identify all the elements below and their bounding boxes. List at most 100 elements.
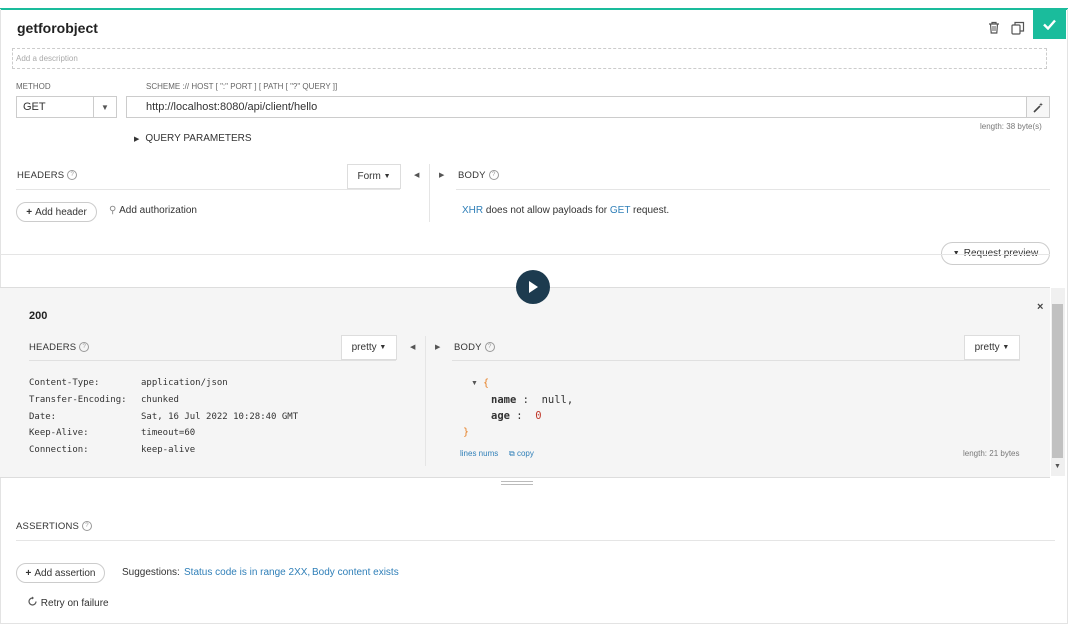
body-payload-message: XHR does not allow payloads for GET requ… bbox=[462, 205, 669, 216]
help-icon[interactable]: ? bbox=[82, 521, 93, 531]
get-link[interactable]: GET bbox=[610, 205, 630, 216]
column-divider bbox=[429, 164, 430, 222]
add-assertion-button[interactable]: + Add assertion bbox=[16, 563, 105, 583]
suggestion-status-code-link[interactable]: Status code is in range 2XX, bbox=[184, 567, 310, 578]
retry-label: Retry on failure bbox=[40, 598, 109, 609]
plus-icon: + bbox=[26, 206, 33, 218]
json-key: name bbox=[491, 394, 517, 406]
add-authorization-link[interactable]: ⚲ Add authorization bbox=[109, 205, 197, 216]
message-end: request. bbox=[630, 205, 670, 216]
duplicate-icon[interactable] bbox=[1011, 21, 1025, 38]
description-input[interactable]: Add a description bbox=[12, 48, 1047, 69]
triangle-right-icon[interactable]: ▶ bbox=[439, 171, 444, 179]
method-label: METHOD bbox=[16, 82, 51, 91]
line-nums-label: lines nums bbox=[460, 449, 499, 458]
header-value: chunked bbox=[141, 394, 179, 405]
line-nums-link[interactable]: lines nums bbox=[460, 449, 498, 458]
header-value: keep-alive bbox=[141, 445, 196, 456]
form-label: Form bbox=[357, 171, 381, 182]
triangle-right-icon[interactable]: ▶ bbox=[435, 343, 440, 351]
check-icon bbox=[1043, 19, 1056, 30]
caret-down-icon[interactable]: ▼ bbox=[93, 97, 116, 117]
triangle-right-icon: ▶ bbox=[134, 136, 140, 143]
request-headers-heading: HEADERS? bbox=[17, 170, 78, 181]
header-name: Date: bbox=[29, 411, 57, 422]
url-length: length: 38 byte(s) bbox=[980, 122, 1042, 131]
header-value: application/json bbox=[141, 378, 228, 388]
divider bbox=[452, 360, 1020, 361]
column-divider bbox=[425, 336, 426, 466]
response-body-label: BODY bbox=[454, 342, 482, 353]
response-status: 200 bbox=[29, 310, 48, 322]
json-key: age bbox=[491, 410, 510, 422]
json-line-name: name : null, bbox=[491, 394, 573, 406]
xhr-link[interactable]: XHR bbox=[462, 205, 483, 216]
divider bbox=[16, 189, 400, 190]
close-icon[interactable]: × bbox=[1037, 301, 1043, 313]
caret-down-icon: ▼ bbox=[1002, 344, 1010, 351]
query-parameters-toggle[interactable]: ▶ QUERY PARAMETERS bbox=[134, 133, 252, 144]
url-format-label: SCHEME :// HOST [ ":" PORT ] [ PATH [ "?… bbox=[146, 82, 338, 91]
resize-handle[interactable] bbox=[501, 481, 533, 482]
help-icon[interactable]: ? bbox=[488, 170, 499, 180]
response-header-values: application/json chunked Sat, 16 Jul 202… bbox=[141, 375, 298, 459]
assertions-label: ASSERTIONS bbox=[16, 521, 80, 532]
scrollbar-thumb[interactable] bbox=[1052, 304, 1063, 458]
resize-handle-line bbox=[501, 484, 533, 485]
method-select[interactable]: GET ▼ bbox=[16, 96, 117, 118]
help-icon[interactable]: ? bbox=[79, 342, 90, 352]
collapse-toggle-icon[interactable]: ▼ bbox=[471, 380, 478, 387]
json-value: null, bbox=[541, 394, 574, 406]
request-body-label: BODY bbox=[458, 170, 486, 181]
json-line-age: age : 0 bbox=[491, 410, 542, 422]
headers-form-dropdown[interactable]: Form ▼ bbox=[347, 164, 401, 189]
scroll-down-icon[interactable]: ▼ bbox=[1054, 463, 1061, 470]
request-headers-label: HEADERS bbox=[17, 170, 65, 181]
header-name: Transfer-Encoding: bbox=[29, 394, 127, 405]
method-value: GET bbox=[23, 101, 46, 113]
suggestion-body-exists-link[interactable]: Body content exists bbox=[312, 567, 399, 578]
divider bbox=[29, 360, 396, 361]
header-value: timeout=60 bbox=[141, 428, 196, 439]
add-authorization-label: Add authorization bbox=[119, 205, 197, 216]
body-format-label: pretty bbox=[974, 342, 1000, 353]
plus-icon: + bbox=[25, 567, 32, 579]
headers-format-dropdown[interactable]: pretty ▼ bbox=[341, 335, 397, 360]
triangle-left-icon[interactable]: ◀ bbox=[410, 343, 415, 351]
caret-down-icon: ▼ bbox=[379, 344, 387, 351]
help-icon[interactable]: ? bbox=[484, 342, 495, 352]
copy-link[interactable]: ⧉ copy bbox=[509, 449, 534, 459]
play-icon bbox=[529, 281, 538, 293]
url-input[interactable]: http://localhost:8080/api/client/hello bbox=[126, 96, 1050, 118]
divider bbox=[456, 189, 1050, 190]
json-value: 0 bbox=[535, 410, 542, 422]
query-parameters-label: QUERY PARAMETERS bbox=[145, 133, 252, 144]
save-check-button[interactable] bbox=[1033, 9, 1066, 39]
body-format-dropdown[interactable]: pretty ▼ bbox=[964, 335, 1020, 360]
divider bbox=[0, 254, 1050, 255]
copy-icon: ⧉ bbox=[509, 449, 515, 458]
magic-wand-icon[interactable] bbox=[1026, 97, 1049, 117]
help-icon[interactable]: ? bbox=[67, 170, 78, 180]
add-assertion-label: Add assertion bbox=[34, 567, 96, 579]
add-header-button[interactable]: + Add header bbox=[16, 202, 97, 222]
triangle-left-icon[interactable]: ◀ bbox=[414, 171, 419, 179]
json-sep: : bbox=[509, 410, 536, 422]
divider bbox=[16, 540, 1055, 541]
retry-on-failure-toggle[interactable]: Retry on failure bbox=[27, 596, 109, 609]
trash-icon[interactable] bbox=[988, 21, 1000, 37]
response-body-heading: BODY? bbox=[454, 342, 495, 353]
url-value: http://localhost:8080/api/client/hello bbox=[146, 101, 318, 113]
request-title[interactable]: getforobject bbox=[17, 20, 98, 36]
header-name: Connection: bbox=[29, 445, 89, 456]
response-header-names: Content-Type: Transfer-Encoding: Date: K… bbox=[29, 375, 127, 459]
play-button[interactable] bbox=[516, 270, 550, 304]
response-headers-heading: HEADERS? bbox=[29, 342, 90, 353]
assertions-heading: ASSERTIONS? bbox=[16, 521, 93, 532]
request-body-heading: BODY? bbox=[458, 170, 499, 181]
add-header-label: Add header bbox=[35, 206, 87, 218]
header-name: Keep-Alive: bbox=[29, 428, 89, 439]
refresh-icon bbox=[28, 596, 37, 606]
message-text: does not allow payloads for bbox=[483, 205, 610, 216]
body-length: length: 21 bytes bbox=[963, 449, 1020, 458]
